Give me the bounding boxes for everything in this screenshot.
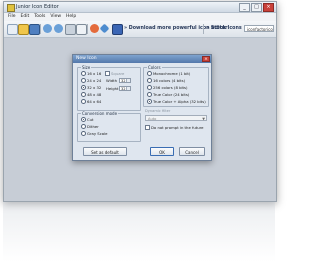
title-bar: Junior Icon Editor _ □ × xyxy=(4,2,276,13)
delete-icon[interactable] xyxy=(90,24,99,33)
size-group: Size 16 x 16 24 x 24 32 x 32 48 x 48 64 … xyxy=(77,65,141,111)
open-icon[interactable] xyxy=(18,24,29,35)
color-32bit[interactable]: True Color + Alpha (32 bits) xyxy=(147,99,206,105)
menu-help[interactable]: Help xyxy=(66,13,76,21)
save-icon[interactable] xyxy=(29,24,40,35)
new-icon-dialog: New Icon × Size 16 x 16 24 x 24 32 x 32 … xyxy=(72,54,212,161)
height-field[interactable]: 32 xyxy=(119,86,131,91)
size-48[interactable]: 48 x 48 xyxy=(81,92,101,98)
color-256[interactable]: 256 colors (8 bits) xyxy=(147,85,188,91)
import-icon[interactable] xyxy=(99,23,110,34)
size-group-title: Size xyxy=(81,65,92,70)
dialog-close-button[interactable]: × xyxy=(202,56,210,62)
conversion-grayscale[interactable]: Gray Scale xyxy=(81,131,108,137)
colors-group: Colors Monochrome (1 bit) 16 colors (4 b… xyxy=(143,65,209,107)
color-24bit[interactable]: True Color (24 bits) xyxy=(147,92,189,98)
dynamic-filter-select[interactable]: Auto ▼ xyxy=(145,115,207,121)
width-label: Width xyxy=(106,78,118,83)
undo-icon[interactable] xyxy=(43,24,52,33)
stock-icons-link[interactable]: » Stock Icons xyxy=(206,26,242,31)
redo-icon[interactable] xyxy=(54,24,63,33)
size-24[interactable]: 24 x 24 xyxy=(81,78,101,84)
export-icon[interactable] xyxy=(112,24,123,35)
ok-button[interactable]: OK xyxy=(150,147,174,156)
url-field[interactable]: iconfactoricons.com xyxy=(244,25,274,32)
window-reflection xyxy=(3,202,275,262)
menu-tools[interactable]: Tools xyxy=(34,13,45,21)
toolbar: » Download more powerful icon editor » S… xyxy=(4,21,276,38)
app-window: Junior Icon Editor _ □ × File Edit Tools… xyxy=(3,1,277,202)
dialog-title: New Icon xyxy=(76,56,97,61)
menu-edit[interactable]: Edit xyxy=(21,13,30,21)
app-icon xyxy=(7,4,15,12)
dynamic-filter-label: Dynamic filter xyxy=(145,109,171,113)
menu-view[interactable]: View xyxy=(50,13,61,21)
maximize-button[interactable]: □ xyxy=(251,3,262,12)
width-field[interactable]: 32 xyxy=(119,78,131,83)
conversion-group: Conversion mode Cut Dither Gray Scale xyxy=(77,111,141,142)
copy-icon[interactable] xyxy=(76,24,87,35)
conversion-dither[interactable]: Dither xyxy=(81,124,99,130)
window-title: Junior Icon Editor xyxy=(16,4,59,10)
size-16[interactable]: 16 x 16 xyxy=(81,71,101,77)
conversion-group-title: Conversion mode xyxy=(81,111,119,116)
menu-file[interactable]: File xyxy=(8,13,16,21)
cut-icon[interactable] xyxy=(65,24,76,35)
size-32[interactable]: 32 x 32 xyxy=(81,85,101,91)
minimize-button[interactable]: _ xyxy=(239,3,250,12)
height-label: Height xyxy=(106,86,119,91)
dialog-title-bar: New Icon × xyxy=(73,55,211,63)
new-icon[interactable] xyxy=(7,24,18,35)
size-64[interactable]: 64 x 64 xyxy=(81,99,101,105)
color-16[interactable]: 16 colors (4 bits) xyxy=(147,78,185,84)
square-checkbox[interactable]: Square xyxy=(105,71,124,77)
conversion-cut[interactable]: Cut xyxy=(81,117,94,123)
set-default-button[interactable]: Set as default xyxy=(83,147,127,156)
do-not-prompt-checkbox[interactable]: Do not prompt in the future xyxy=(145,125,203,131)
cancel-button[interactable]: Cancel xyxy=(179,147,205,156)
color-mono[interactable]: Monochrome (1 bit) xyxy=(147,71,190,77)
colors-group-title: Colors xyxy=(147,65,162,70)
menu-bar: File Edit Tools View Help xyxy=(4,13,276,21)
close-button[interactable]: × xyxy=(263,3,274,12)
